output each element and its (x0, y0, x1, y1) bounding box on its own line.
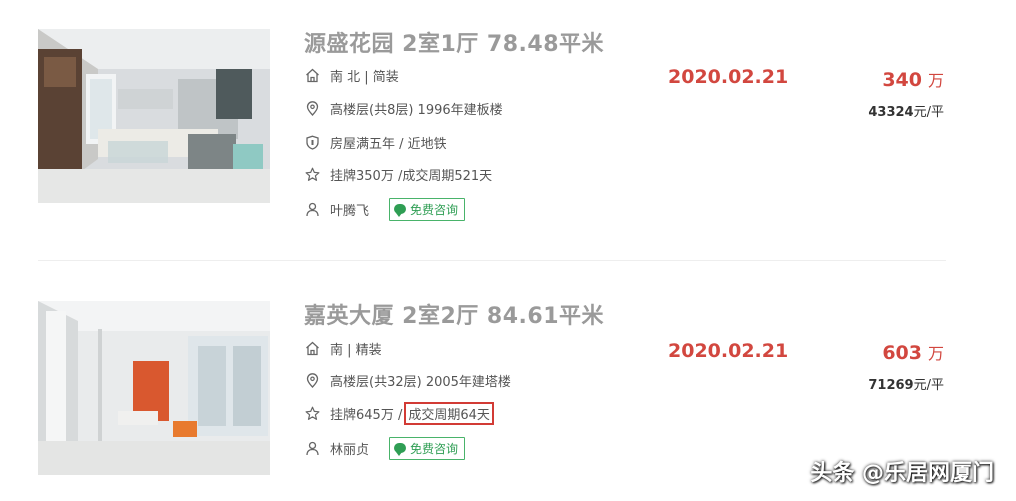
star-icon (304, 166, 320, 182)
unit-price: 71269元/平 (868, 374, 944, 393)
total-price: 340 万 (882, 67, 944, 91)
listing-price-text: 挂牌645万 / (330, 407, 403, 423)
floor-row: 高楼层(共8层) 1996年建板楼 (304, 97, 503, 119)
total-price-value: 603 (882, 342, 922, 364)
agent-row: 林丽贞 免费咨询 (304, 436, 466, 460)
unit-price-value: 71269 (868, 378, 914, 393)
unit-price-suffix: 元/平 (913, 105, 944, 120)
free-consult-button[interactable]: 免费咨询 (389, 436, 466, 460)
orientation-row: 南 北 | 简装 (304, 64, 399, 86)
person-icon (304, 440, 320, 456)
agent-name[interactable]: 叶腾飞 (330, 200, 369, 219)
chat-bubble-icon (394, 443, 407, 456)
listing-title[interactable]: 嘉英大厦 2室2厅 84.61平米 (304, 298, 604, 330)
orientation-text: 南 北 | 简装 (330, 69, 399, 85)
total-price-unit: 万 (927, 344, 944, 363)
deal-cycle-highlight: 成交周期64天 (404, 401, 494, 425)
tags-row: 房屋满五年 / 近地铁 (304, 131, 447, 153)
location-pin-icon (304, 100, 320, 116)
unit-price-value: 43324 (868, 105, 914, 120)
listing-card[interactable]: 源盛花园 2室1厅 78.48平米 南 北 | 简装 高楼层(共8层) 1996… (0, 0, 1016, 230)
listing-photo[interactable] (38, 301, 270, 475)
listing-price-text: 挂牌350万 / (330, 168, 403, 184)
consult-label: 免费咨询 (410, 441, 459, 456)
chat-bubble-icon (394, 204, 407, 217)
location-pin-icon (304, 372, 320, 388)
listing-divider (38, 260, 946, 261)
agent-row: 叶腾飞 免费咨询 (304, 197, 466, 221)
listing-info-row: 挂牌645万 / 成交周期64天 (304, 401, 494, 425)
total-price-unit: 万 (927, 71, 944, 90)
deal-date: 2020.02.21 (668, 340, 789, 362)
listing-photo[interactable] (38, 29, 270, 203)
total-price: 603 万 (882, 340, 944, 364)
total-price-value: 340 (882, 69, 922, 91)
home-icon (304, 340, 320, 356)
living-room-image (38, 301, 270, 475)
agent-name[interactable]: 林丽贞 (330, 439, 369, 458)
deal-cycle-text: 成交周期521天 (402, 168, 493, 184)
floor-text: 高楼层(共32层) 2005年建塔楼 (330, 374, 511, 390)
shield-icon (304, 134, 320, 150)
orientation-row: 南 | 精装 (304, 337, 382, 359)
tags-text: 房屋满五年 / 近地铁 (330, 136, 447, 152)
floor-text: 高楼层(共8层) 1996年建板楼 (330, 102, 503, 118)
consult-label: 免费咨询 (410, 202, 459, 217)
person-icon (304, 201, 320, 217)
living-room-image (38, 29, 270, 203)
floor-row: 高楼层(共32层) 2005年建塔楼 (304, 369, 511, 391)
unit-price-suffix: 元/平 (913, 378, 944, 393)
listing-title[interactable]: 源盛花园 2室1厅 78.48平米 (304, 26, 604, 58)
source-watermark: 头条 @乐居网厦门 (810, 461, 994, 486)
home-icon (304, 67, 320, 83)
free-consult-button[interactable]: 免费咨询 (389, 197, 466, 221)
deal-date: 2020.02.21 (668, 66, 789, 88)
star-icon (304, 405, 320, 421)
unit-price: 43324元/平 (868, 101, 944, 120)
listing-info-row: 挂牌350万 / 成交周期521天 (304, 163, 492, 185)
orientation-text: 南 | 精装 (330, 342, 382, 358)
